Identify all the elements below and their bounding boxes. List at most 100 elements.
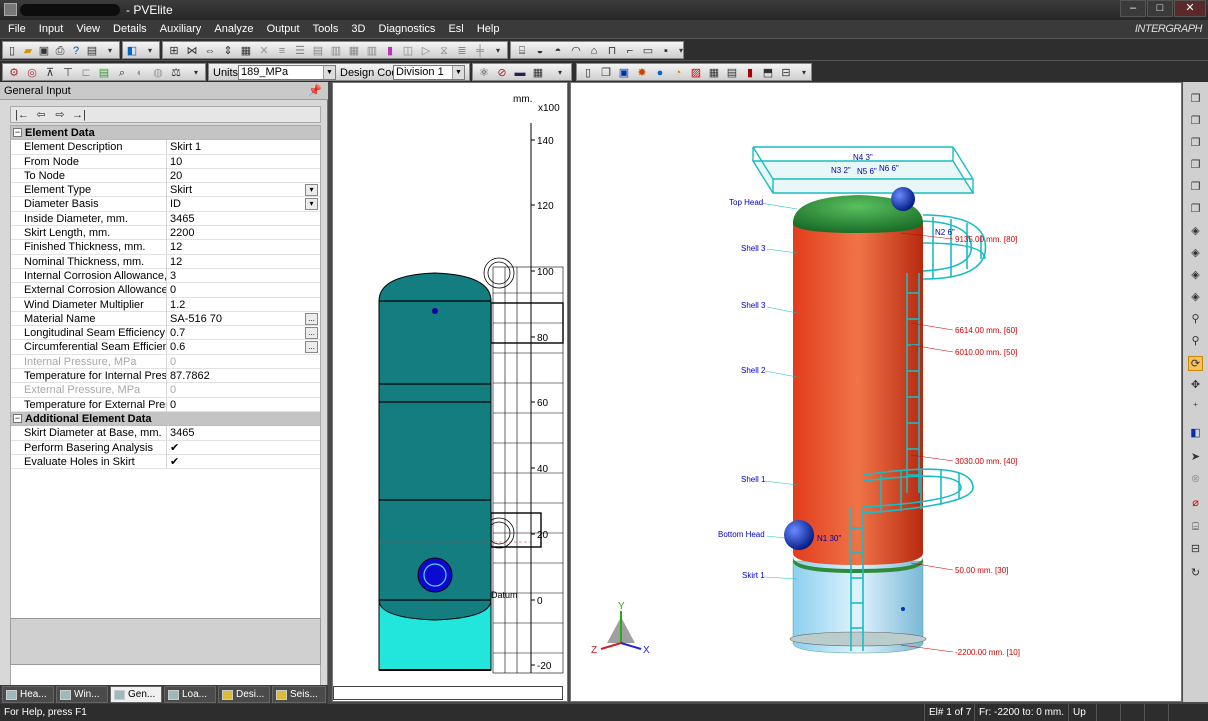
2d-elevation-view[interactable]: mm. x100 140 120 100 80 60 40 20 0 -20 D… xyxy=(332,82,568,702)
insulation-icon[interactable]: ◍ xyxy=(151,66,165,80)
packing-icon[interactable]: ▤ xyxy=(97,66,111,80)
menu-analyze[interactable]: Analyze xyxy=(209,20,258,38)
pan-icon[interactable]: ✥ xyxy=(1188,378,1203,393)
minimize-button[interactable]: – xyxy=(1120,0,1146,17)
menu-diagnostics[interactable]: Diagnostics xyxy=(374,20,441,38)
tab-wind[interactable]: Win... xyxy=(56,686,108,703)
page-icon[interactable]: ▯ xyxy=(581,66,595,80)
cone-icon[interactable]: ⌂ xyxy=(587,44,601,58)
chevron-down-icon[interactable]: ▼ xyxy=(323,66,335,79)
view-left-icon[interactable]: ❐ xyxy=(1188,136,1203,151)
table-icon[interactable]: ▦ xyxy=(347,44,361,58)
rotate-icon[interactable]: ⟳ xyxy=(1188,356,1203,371)
menu-tools[interactable]: Tools xyxy=(308,20,344,38)
property-nominal-thickness[interactable]: Nominal Thickness, mm. 12 xyxy=(11,254,320,269)
menu-details[interactable]: Details xyxy=(108,20,152,38)
tab-general[interactable]: Gen... xyxy=(110,686,162,703)
columns-icon[interactable]: ▥ xyxy=(365,44,379,58)
tab-heading[interactable]: Hea... xyxy=(2,686,54,703)
more-options-button[interactable]: ... xyxy=(305,341,318,354)
property-internal-temperature[interactable]: Temperature for Internal Pressure, C87.7… xyxy=(11,369,320,384)
toolbar-overflow-icon[interactable]: ▾ xyxy=(674,44,688,58)
inside-diameter-input[interactable]: 3465 xyxy=(169,212,304,226)
longitudinal-seam-input[interactable]: 0.7 xyxy=(169,326,304,340)
color-icon[interactable]: ◧ xyxy=(125,44,139,58)
3d-vessel-render[interactable]: N4 3" N3 2" N5 6" N6 6" N2 6" N1 30" Top… xyxy=(571,83,1181,701)
stack-view-icon[interactable]: ⊟ xyxy=(1188,542,1203,557)
property-internal-corrosion[interactable]: Internal Corrosion Allowance, mm.3 xyxy=(11,268,320,284)
save-icon[interactable]: ▣ xyxy=(37,44,51,58)
split-element-icon[interactable]: ⋈ xyxy=(185,44,199,58)
toolbar-overflow-icon[interactable]: ▾ xyxy=(103,44,117,58)
skirt-icon[interactable]: ▭ xyxy=(641,44,655,58)
search-icon[interactable]: ⌕ xyxy=(115,66,129,80)
view-bottom-icon[interactable]: ❐ xyxy=(1188,202,1203,217)
first-element-icon[interactable]: |← xyxy=(14,108,30,122)
nozzle-icon[interactable]: ⌐ xyxy=(623,44,637,58)
view-top-icon[interactable]: ❐ xyxy=(1188,180,1203,195)
menu-help[interactable]: Help xyxy=(472,20,505,38)
menu-esl[interactable]: Esl xyxy=(443,20,468,38)
element-description-input[interactable]: Skirt 1 xyxy=(169,140,304,154)
property-basering-analysis[interactable]: Perform Basering Analysis ✔ xyxy=(11,440,320,455)
flip-vertical-icon[interactable]: ⇕ xyxy=(221,44,235,58)
review-icon[interactable]: ▦ xyxy=(531,66,545,80)
property-to-node[interactable]: To Node 20 xyxy=(11,168,320,184)
property-from-node[interactable]: From Node 10 xyxy=(11,154,320,169)
zoom-icon[interactable]: ⚲ xyxy=(1188,334,1203,349)
lighting-icon[interactable]: ◔ xyxy=(671,66,685,80)
from-node-input[interactable]: 10 xyxy=(169,155,304,169)
view-right-icon[interactable]: ❐ xyxy=(1188,158,1203,173)
iso-2-icon[interactable]: ◈ xyxy=(1188,246,1203,261)
collapse-icon[interactable]: − xyxy=(13,128,22,137)
halfpipe-icon[interactable]: ◐ xyxy=(133,66,147,80)
sphere-icon[interactable]: ● xyxy=(653,66,667,80)
additional-element-data-section[interactable]: − Additional Element Data xyxy=(11,411,320,427)
units-select[interactable]: 189_MPa ▼ xyxy=(238,65,336,80)
chart-icon[interactable]: ▮ xyxy=(743,66,757,80)
image-icon[interactable]: ▦ xyxy=(707,66,721,80)
basering-analysis-checkbox[interactable]: ✔ xyxy=(169,441,304,455)
vessel-icon[interactable]: ⊟ xyxy=(779,66,793,80)
cylinder-icon[interactable]: ⌸ xyxy=(515,44,529,58)
open-icon[interactable]: ▰ xyxy=(21,44,35,58)
material-icon[interactable]: ▮ xyxy=(383,44,397,58)
maximize-button[interactable]: □ xyxy=(1147,0,1173,17)
view-back-icon[interactable]: ❐ xyxy=(1188,114,1203,129)
property-inside-diameter[interactable]: Inside Diameter, mm. 3465 xyxy=(11,211,320,227)
flip-horizontal-icon[interactable]: ⇔ xyxy=(203,44,217,58)
chevron-down-icon[interactable]: ▾ xyxy=(305,198,318,211)
drawing-icon[interactable]: ▣ xyxy=(617,66,631,80)
property-element-description[interactable]: Element Description Skirt 1 xyxy=(11,140,320,155)
grid-icon[interactable]: ▦ xyxy=(239,44,253,58)
drum-icon[interactable]: ⌸ xyxy=(1188,520,1203,535)
iso-3-icon[interactable]: ◈ xyxy=(1188,268,1203,283)
nominal-thickness-input[interactable]: 12 xyxy=(169,255,304,269)
menu-3d[interactable]: 3D xyxy=(346,20,370,38)
shell-3d[interactable] xyxy=(793,221,923,565)
tab-loads[interactable]: Loa... xyxy=(164,686,216,703)
render-icon[interactable]: ✸ xyxy=(635,66,649,80)
saddle-icon[interactable]: ⊼ xyxy=(43,66,57,80)
close-button[interactable]: ✕ xyxy=(1174,0,1206,17)
print-icon[interactable]: ⎙ xyxy=(53,44,67,58)
menu-output[interactable]: Output xyxy=(262,20,305,38)
design-code-select[interactable]: Division 1 ▼ xyxy=(393,65,465,80)
zoom-in-icon[interactable]: ⁺ xyxy=(1188,400,1203,415)
previous-element-icon[interactable]: ⇦ xyxy=(33,108,49,122)
pin-icon[interactable]: 📌 xyxy=(308,82,322,100)
zoom-window-icon[interactable]: ◧ xyxy=(1188,426,1203,441)
hemi-head-icon[interactable]: ◠ xyxy=(569,44,583,58)
body-flange-icon[interactable]: ⊓ xyxy=(605,44,619,58)
select-icon[interactable]: ➤ xyxy=(1188,450,1203,465)
property-skirt-length[interactable]: Skirt Length, mm. 2200 xyxy=(11,226,320,241)
material-name-input[interactable]: SA-516 70 xyxy=(169,312,304,326)
2d-vessel-drawing[interactable]: mm. x100 140 120 100 80 60 40 20 0 -20 D… xyxy=(333,83,567,701)
toolbar-overflow-icon[interactable]: ▾ xyxy=(553,66,567,80)
circumferential-seam-input[interactable]: 0.6 xyxy=(169,340,304,354)
error-check-icon[interactable]: ⊘ xyxy=(495,66,509,80)
new-icon[interactable]: ▯ xyxy=(5,44,19,58)
property-diameter-basis[interactable]: Diameter Basis ID ▾ xyxy=(11,197,320,212)
weight-icon[interactable]: ⚖ xyxy=(169,66,183,80)
property-evaluate-holes[interactable]: Evaluate Holes in Skirt ✔ xyxy=(11,454,320,470)
